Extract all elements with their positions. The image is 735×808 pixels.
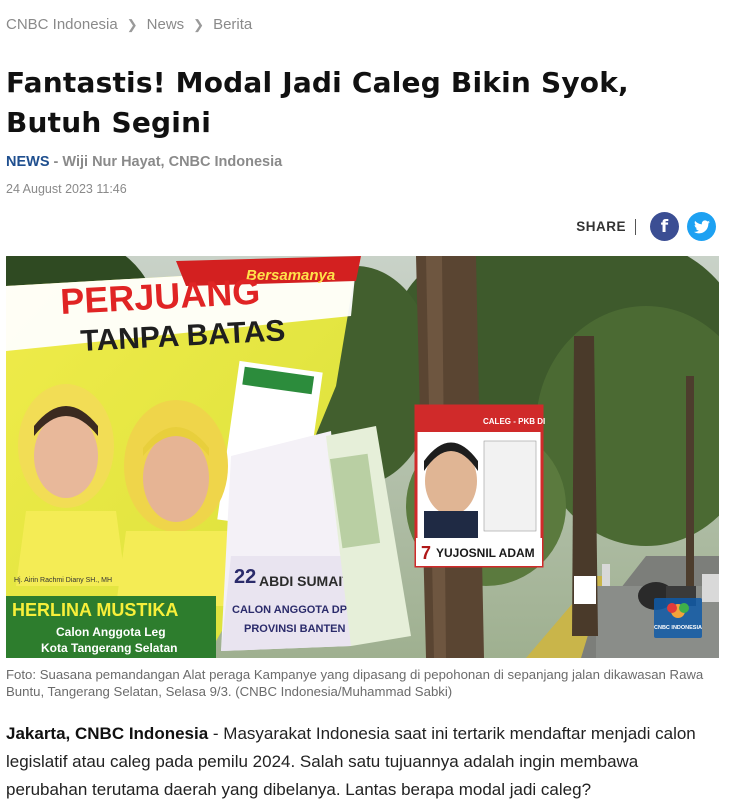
breadcrumb: CNBC Indonesia ❯ News ❯ Berita	[6, 16, 252, 33]
campaign-posters-photo: Bersamanya PERJUANG TANPA BATAS Hj. Airi…	[6, 256, 719, 658]
share-label: SHARE	[576, 219, 626, 234]
breadcrumb-link-home[interactable]: CNBC Indonesia	[6, 16, 118, 33]
banner-small-name: Hj. Airin Rachmi Diany SH., MH	[14, 577, 112, 584]
poster-num-2: 22	[234, 566, 256, 588]
poster-role-1: Calon Anggota Leg	[56, 625, 166, 639]
poster-region-1: Kota Tangerang Selatan	[41, 641, 177, 655]
share-divider	[635, 218, 636, 235]
breadcrumb-link-berita[interactable]: Berita	[213, 16, 252, 33]
dateline: Jakarta, CNBC Indonesia	[6, 724, 209, 743]
byline-separator: -	[49, 154, 63, 170]
share-bar: SHARE f	[576, 212, 716, 241]
cnbc-watermark: CNBC INDONESIA	[654, 625, 702, 631]
facebook-icon: f	[660, 216, 669, 237]
article-byline: NEWS - Wiji Nur Hayat, CNBC Indonesia	[6, 154, 282, 170]
article-lead-paragraph: Jakarta, CNBC Indonesia - Masyarakat Ind…	[6, 720, 718, 804]
article-title: Fantastis! Modal Jadi Caleg Bikin Syok, …	[6, 66, 629, 139]
article-photo: Bersamanya PERJUANG TANPA BATAS Hj. Airi…	[6, 256, 719, 658]
poster-name-1: HERLINA MUSTIKA	[12, 600, 178, 620]
poster-region-2: PROVINSI BANTEN	[244, 623, 346, 635]
poster-label-3: CALEG - PKB DI	[483, 417, 545, 426]
breadcrumb-link-news[interactable]: News	[147, 16, 185, 33]
twitter-share-button[interactable]	[687, 212, 716, 241]
photo-caption: Foto: Suasana pemandangan Alat peraga Ka…	[6, 667, 704, 699]
category-link[interactable]: NEWS	[6, 154, 50, 170]
poster-num-3: 7	[421, 543, 431, 563]
publish-date: 24 August 2023 11:46	[6, 182, 127, 196]
poster-role-2: CALON ANGGOTA DPD	[232, 604, 355, 616]
twitter-icon	[693, 219, 710, 233]
chevron-right-icon: ❯	[126, 16, 138, 32]
poster-name-3: YUJOSNIL ADAM	[436, 546, 535, 560]
facebook-share-button[interactable]: f	[650, 212, 679, 241]
chevron-right-icon: ❯	[193, 16, 205, 32]
author-name: Wiji Nur Hayat, CNBC Indonesia	[62, 154, 283, 170]
